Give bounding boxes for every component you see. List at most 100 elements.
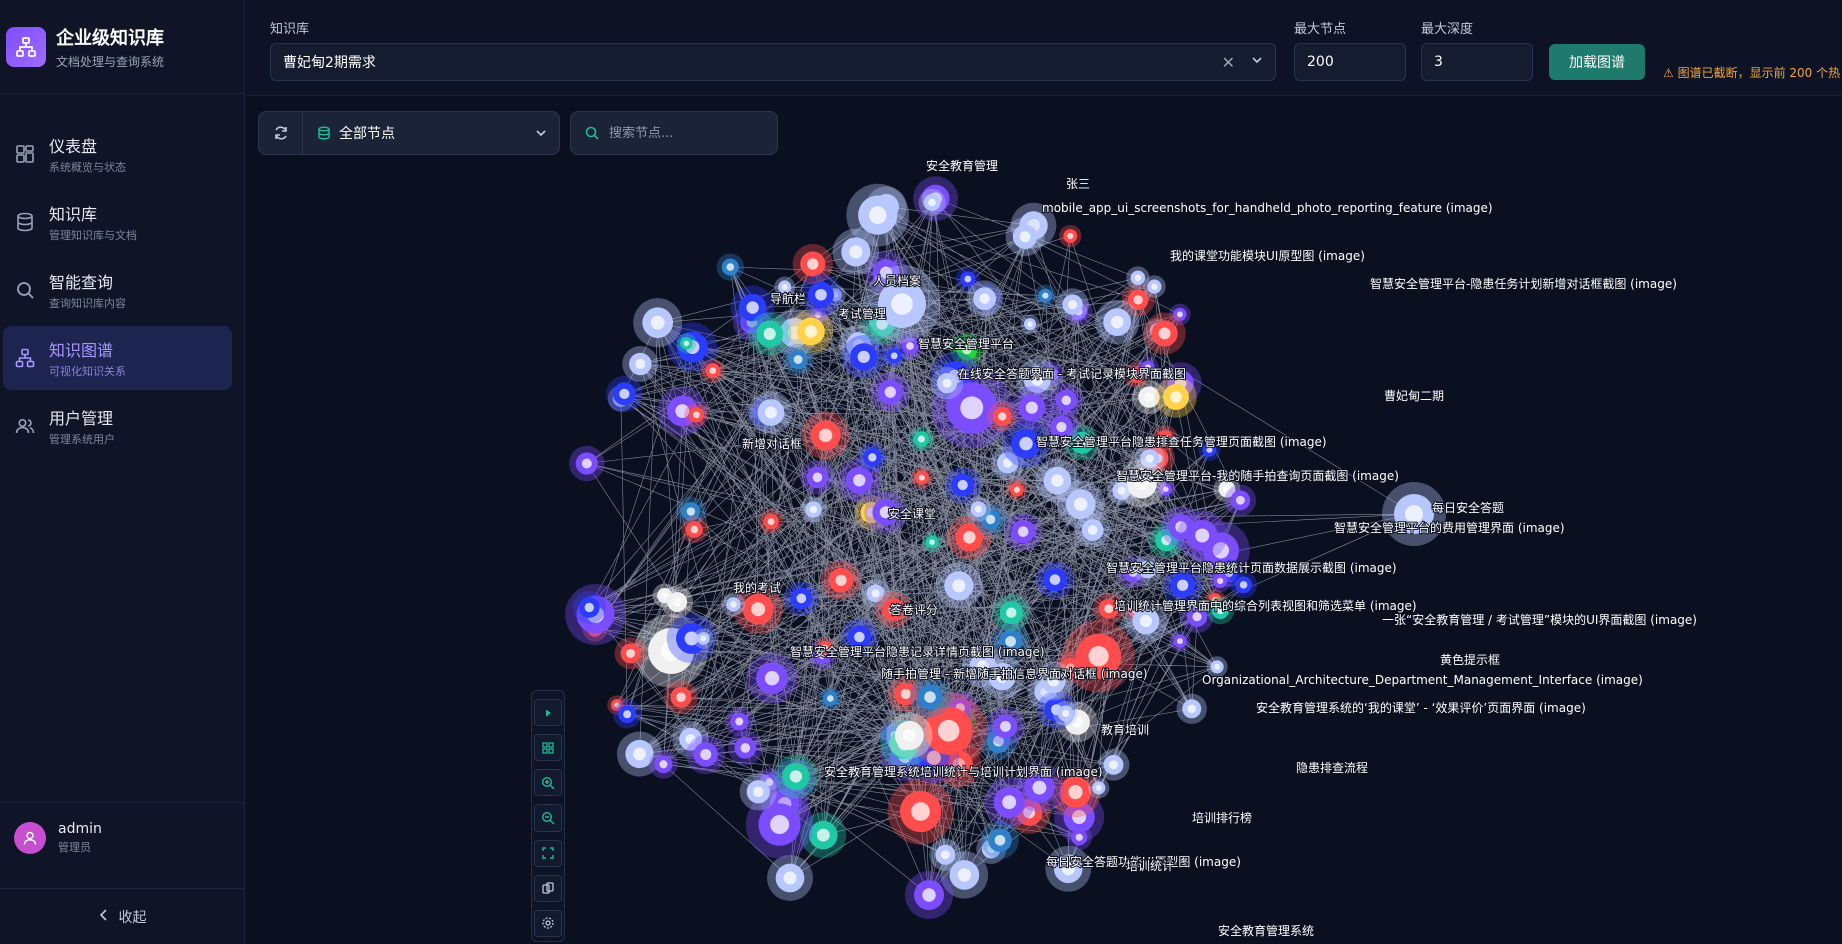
graph-node-label[interactable]: 教育培训 [1100, 721, 1150, 738]
graph-node-label[interactable]: 隐患排查流程 [1295, 759, 1369, 776]
graph-node[interactable] [1034, 284, 1057, 307]
graph-node-label[interactable]: mobile_app_ui_screenshots_for_handheld_p… [1041, 200, 1494, 216]
graph-node-label[interactable]: 智慧安全管理平台隐患记录详情页截图 (image) [789, 643, 1046, 660]
graph-node[interactable] [1094, 299, 1140, 345]
graph-node[interactable] [1176, 693, 1207, 724]
kb-select[interactable]: 曹妃甸2期需求 ✕ [270, 43, 1276, 81]
graph-node[interactable] [886, 712, 933, 759]
graph-node[interactable] [680, 516, 708, 544]
sidebar-item-user-management[interactable]: 用户管理 管理系统用户 [3, 394, 232, 458]
node-filter-select[interactable]: 全部节点 [303, 112, 559, 154]
graph-node[interactable] [1056, 288, 1089, 321]
play-layout-button[interactable] [534, 699, 562, 727]
graph-node-label[interactable]: 考试管理 [837, 305, 887, 322]
graph-node[interactable] [1035, 458, 1080, 503]
graph-node-label[interactable]: 培训统计 [1125, 857, 1175, 874]
graph-node[interactable] [1005, 217, 1045, 257]
collapse-button[interactable]: 收起 [0, 888, 245, 944]
graph-node-label[interactable]: 安全教育管理系统培训统计与培训计划界面 (image) [823, 763, 1104, 780]
layers-button[interactable] [534, 874, 562, 902]
graph-node-label[interactable]: 安全教育管理系统的‘我的课堂’ - ‘效果评价’页面界面 (image) [1255, 699, 1587, 716]
graph-node[interactable] [716, 253, 744, 281]
user-profile[interactable]: admin 管理员 [0, 802, 245, 872]
graph-node[interactable] [1004, 512, 1043, 551]
graph-node[interactable] [801, 411, 850, 460]
graph-node[interactable] [684, 402, 709, 427]
load-graph-button[interactable]: 加载图谱 [1549, 44, 1645, 80]
graph-node[interactable] [882, 343, 907, 368]
knowledge-graph-canvas[interactable]: 安全教育管理张三 mobile_app_ui_screenshots_for_ha… [246, 96, 1842, 944]
graph-node-label[interactable]: 导航栏 [769, 290, 807, 307]
graph-node[interactable] [784, 581, 819, 616]
graph-node[interactable] [664, 680, 698, 715]
graph-node-label[interactable]: 曹妃甸二期 [1383, 388, 1445, 404]
max-depth-input[interactable] [1421, 43, 1533, 81]
graph-node[interactable] [773, 754, 818, 799]
graph-node-label[interactable]: 在线安全答题界面 - 考试记录模块界面截图 [957, 365, 1187, 382]
graph-node[interactable] [1088, 777, 1110, 799]
graph-node[interactable] [649, 749, 678, 779]
graph-node[interactable] [686, 734, 726, 775]
graph-node-label[interactable]: 随手拍管理 - 新增随手拍信息界面对话框 (image) [880, 665, 1149, 682]
graph-node[interactable] [1169, 630, 1191, 652]
graph-node[interactable] [921, 532, 943, 553]
graph-node-label[interactable]: 人员档案 [872, 272, 922, 289]
graph-node-label[interactable]: 一张“安全教育管理 / 考试管理”模块的UI界面截图 (image) [1381, 611, 1698, 628]
graph-node[interactable] [1075, 512, 1111, 548]
graph-node-label[interactable]: Organizational_Architecture_Department_M… [1201, 672, 1644, 688]
graph-node[interactable] [800, 460, 835, 495]
graph-node[interactable] [739, 773, 777, 811]
graph-node[interactable] [1143, 312, 1186, 355]
graph-node[interactable] [758, 509, 784, 534]
node-search-input[interactable] [609, 125, 759, 141]
graph-node-label[interactable]: 智慧安全管理平台隐患统计页面数据展示截图 (image) [1105, 559, 1398, 576]
graph-node[interactable] [612, 700, 642, 729]
graph-node-label[interactable]: 智慧安全管理平台的费用管理界面 (image) [1333, 519, 1566, 536]
graph-node-label[interactable]: 安全教育管理 [925, 157, 999, 174]
graph-node[interactable] [1126, 266, 1150, 290]
graph-node[interactable] [633, 298, 683, 348]
graph-node[interactable] [935, 562, 983, 610]
graph-node[interactable] [1059, 224, 1082, 248]
graph-node-label[interactable]: 智慧安全管理平台-隐患任务计划新增对话框截图 (image) [1369, 275, 1678, 292]
graph-node[interactable] [857, 442, 887, 473]
graph-node[interactable] [700, 358, 725, 383]
graph-node[interactable] [887, 778, 954, 845]
graph-node[interactable] [614, 637, 647, 670]
graph-node[interactable] [569, 445, 605, 482]
graph-node[interactable] [746, 652, 798, 704]
grid-layout-button[interactable] [534, 734, 562, 762]
graph-node[interactable] [909, 676, 951, 718]
clear-icon[interactable]: ✕ [1222, 53, 1235, 72]
graph-node[interactable] [981, 821, 1019, 860]
graph-node[interactable] [1010, 386, 1054, 430]
graph-node[interactable] [1036, 560, 1074, 599]
graph-node[interactable] [992, 594, 1030, 632]
chevron-down-icon[interactable] [1251, 54, 1263, 70]
graph-node[interactable] [1117, 459, 1166, 508]
fit-view-button[interactable] [534, 839, 562, 867]
sidebar-item-dashboard[interactable]: 仪表盘 系统概览与状态 [3, 122, 232, 186]
graph-node[interactable] [929, 838, 962, 871]
graph-node[interactable] [1066, 824, 1093, 851]
graph-node[interactable] [572, 590, 606, 625]
graph-node[interactable] [1177, 510, 1228, 561]
graph-node-label[interactable]: 安全课堂 [887, 505, 937, 522]
graph-node[interactable] [652, 583, 677, 608]
graph-node[interactable] [800, 274, 842, 316]
zoom-out-button[interactable] [534, 804, 562, 832]
graph-node[interactable] [986, 707, 1025, 746]
graph-node[interactable] [622, 345, 659, 382]
graph-node[interactable] [870, 372, 911, 413]
graph-node[interactable] [821, 560, 861, 601]
graph-node-label[interactable]: 张三 [1065, 176, 1091, 192]
graph-node[interactable] [1224, 484, 1257, 517]
sidebar-item-smart-query[interactable]: 智能查询 查询知识库内容 [3, 258, 232, 322]
graph-node-label[interactable]: 培训统计管理界面中的综合列表视图和筛选菜单 (image) [1113, 597, 1418, 614]
graph-node[interactable] [1052, 700, 1079, 727]
graph-node[interactable] [748, 312, 792, 356]
graph-node[interactable] [767, 855, 813, 901]
graph-node[interactable] [966, 280, 1004, 318]
graph-node-label[interactable]: 答卷评分 [889, 601, 939, 618]
graph-node[interactable] [908, 426, 934, 452]
